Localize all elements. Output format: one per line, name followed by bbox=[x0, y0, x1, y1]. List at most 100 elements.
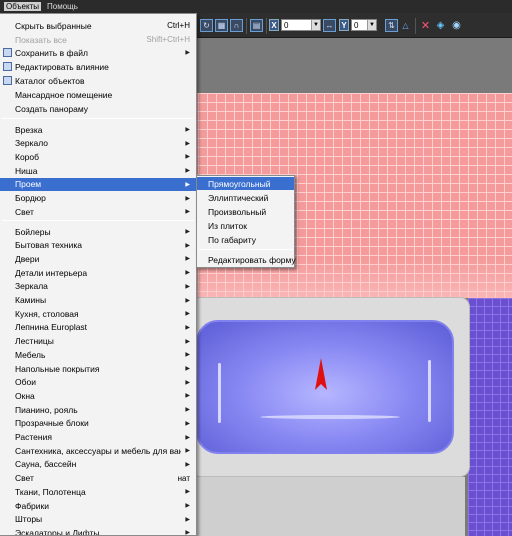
menu-item-label: Проем bbox=[15, 179, 42, 190]
basin-highlight bbox=[428, 360, 431, 422]
menu-item-label: Сантехника, аксессуары и мебель для ванн… bbox=[15, 445, 181, 456]
align-icon[interactable]: ⇅ bbox=[385, 19, 398, 32]
menu-item-label: Свет bbox=[15, 473, 34, 484]
delete-icon[interactable]: ✕ bbox=[419, 19, 432, 32]
magnet-icon[interactable]: ∩ bbox=[230, 19, 243, 32]
menu-item-label: Редактировать влияние bbox=[15, 61, 109, 72]
menu-item-catalog-category[interactable]: Сантехника, аксессуары и мебель для ванн… bbox=[0, 444, 196, 457]
menu-item-label: Скрыть выбранные bbox=[15, 20, 92, 31]
bathtub-front bbox=[195, 477, 465, 536]
menu-item-label: Двери bbox=[15, 253, 40, 264]
submenu-arrow-icon: ▶ bbox=[185, 338, 190, 345]
shortcut-label: нат bbox=[177, 473, 190, 483]
submenu-item[interactable]: Эллиптический bbox=[197, 191, 294, 204]
menu-item-catalog-category[interactable]: Бойлеры ▶ bbox=[0, 225, 196, 238]
menu-item-catalog-category[interactable]: Свет нат bbox=[0, 472, 196, 485]
save-icon bbox=[3, 48, 12, 57]
menu-item-panorama[interactable]: Создать панораму bbox=[0, 102, 196, 115]
snap-icon[interactable]: ◈ bbox=[434, 19, 447, 32]
menu-item-label: Создать панораму bbox=[15, 103, 89, 114]
menu-item-save-to-file[interactable]: Сохранить в файл ▶ bbox=[0, 46, 196, 59]
submenu-arrow-icon: ▶ bbox=[185, 256, 190, 263]
submenu-arrow-icon: ▶ bbox=[185, 229, 190, 235]
triangle-icon[interactable]: △ bbox=[399, 19, 412, 32]
menu-item-catalog-category[interactable]: Детали интерьера ▶ bbox=[0, 266, 196, 279]
menu-item-catalog[interactable]: Каталог объектов bbox=[0, 74, 196, 87]
grid-snap-icon[interactable]: ▦ bbox=[215, 19, 228, 32]
menu-item-catalog-category[interactable]: Обои ▶ bbox=[0, 376, 196, 389]
menu-help[interactable]: Помощь bbox=[45, 2, 80, 11]
menu-item-hide-selected[interactable]: Скрыть выбранные Ctrl+H bbox=[0, 19, 196, 32]
menu-item-label: Детали интерьера bbox=[15, 267, 88, 278]
menu-item-label: Зеркало bbox=[15, 138, 49, 149]
menu-item-label: Мебель bbox=[15, 349, 46, 360]
menu-item-group1[interactable]: Ниша ▶ bbox=[0, 164, 196, 177]
swap-icon[interactable]: ↔ bbox=[323, 19, 336, 32]
menu-item-attic[interactable]: Мансардное помещение bbox=[0, 88, 196, 101]
menu-item-catalog-category[interactable]: Растения ▶ bbox=[0, 431, 196, 444]
menu-item-catalog-category[interactable]: Окна ▶ bbox=[0, 389, 196, 402]
menu-item-catalog-category[interactable]: Лестницы ▶ bbox=[0, 335, 196, 348]
menu-item-catalog-category[interactable]: Напольные покрытия ▶ bbox=[0, 362, 196, 375]
menu-item-group1[interactable]: Врезка ▶ bbox=[0, 123, 196, 136]
menu-item-label: Кухня, столовая bbox=[15, 308, 79, 319]
menu-item-catalog-category[interactable]: Двери ▶ bbox=[0, 252, 196, 265]
menu-item-catalog-category[interactable]: Сауна, бассейн ▶ bbox=[0, 458, 196, 471]
x-label: X bbox=[269, 19, 279, 31]
menu-item-label: Бордюр bbox=[15, 193, 46, 203]
opening-submenu: Прямоугольный Эллиптический Произвольный Из… bbox=[196, 175, 296, 268]
rotate-icon[interactable]: ↻ bbox=[200, 19, 213, 32]
menu-item-label: Пианино, рояль bbox=[15, 404, 78, 415]
submenu-item[interactable]: По габариту bbox=[197, 233, 294, 246]
menu-separator bbox=[199, 249, 293, 250]
submenu-item[interactable]: Из плиток bbox=[197, 219, 294, 232]
submenu-item-edit-shape[interactable]: Редактировать форму bbox=[197, 253, 296, 266]
chevron-down-icon[interactable]: ▼ bbox=[367, 20, 376, 30]
menu-item-group1[interactable]: Проем ▶ bbox=[0, 177, 196, 191]
menu-item-catalog-category[interactable]: Мебель ▶ bbox=[0, 348, 196, 361]
menu-item-catalog-category[interactable]: Шторы ▶ bbox=[0, 513, 196, 526]
submenu-arrow-icon: ▶ bbox=[185, 181, 190, 188]
menu-item-catalog-category[interactable]: Фабрики ▶ bbox=[0, 499, 196, 512]
eye-icon[interactable]: ◉ bbox=[450, 19, 463, 32]
menu-item-catalog-category[interactable]: Пианино, рояль ▶ bbox=[0, 403, 196, 416]
menu-item-label: Окна bbox=[15, 390, 35, 401]
toolbar-separator bbox=[266, 18, 267, 34]
menu-item-catalog-category[interactable]: Зеркала ▶ bbox=[0, 280, 196, 293]
menu-objects[interactable]: Объекты bbox=[4, 2, 41, 11]
menu-item-catalog-category[interactable]: Лепнина Europlast ▶ bbox=[0, 321, 196, 334]
submenu-arrow-icon: ▶ bbox=[185, 270, 190, 277]
submenu-arrow-icon: ▶ bbox=[185, 461, 190, 468]
menu-item-catalog-category[interactable]: Камины ▶ bbox=[0, 294, 196, 307]
submenu-arrow-icon: ▶ bbox=[185, 297, 190, 304]
menu-item-catalog-category[interactable]: Бытовая техника ▶ bbox=[0, 239, 196, 252]
grid-icon[interactable]: ▤ bbox=[250, 19, 263, 32]
menu-item-catalog-category[interactable]: Прозрачные блоки ▶ bbox=[0, 417, 196, 430]
x-coordinate-select[interactable]: 0 ▼ bbox=[281, 19, 321, 31]
menu-item-edit-influence[interactable]: Редактировать влияние bbox=[0, 60, 196, 73]
menu-item-label: Ткани, Полотенца bbox=[15, 486, 86, 497]
menu-item-show-all: Показать все Shift+Ctrl+H bbox=[0, 33, 196, 46]
red-direction-arrow-icon[interactable] bbox=[314, 358, 328, 394]
submenu-arrow-icon: ▶ bbox=[185, 420, 190, 427]
menu-item-label: Бойлеры bbox=[15, 226, 51, 237]
menu-item-group1[interactable]: Зеркало ▶ bbox=[0, 137, 196, 150]
submenu-item[interactable]: Произвольный bbox=[197, 205, 294, 218]
submenu-item[interactable]: Прямоугольный bbox=[197, 177, 294, 190]
menu-item-group1[interactable]: Бордюр ▶ bbox=[0, 192, 196, 205]
menu-item-label: Сауна, бассейн bbox=[15, 459, 77, 470]
menu-item-label: Камины bbox=[15, 295, 47, 305]
submenu-arrow-icon: ▶ bbox=[185, 140, 190, 147]
menu-item-group1[interactable]: Короб ▶ bbox=[0, 150, 196, 163]
shortcut-label: Shift+Ctrl+H bbox=[146, 35, 190, 44]
menu-item-catalog-category[interactable]: Кухня, столовая ▶ bbox=[0, 307, 196, 320]
submenu-arrow-icon: ▶ bbox=[185, 503, 190, 509]
y-value: 0 bbox=[354, 20, 359, 30]
chevron-down-icon[interactable]: ▼ bbox=[311, 20, 320, 30]
y-coordinate-select[interactable]: 0 ▼ bbox=[351, 19, 377, 31]
menu-item-group1[interactable]: Свет ▶ bbox=[0, 205, 196, 218]
submenu-arrow-icon: ▶ bbox=[185, 127, 190, 133]
menu-item-catalog-category[interactable]: Эскалаторы и Лифты ▶ bbox=[0, 526, 196, 535]
menu-item-catalog-category[interactable]: Ткани, Полотенца ▶ bbox=[0, 485, 196, 498]
menu-item-label: Свет bbox=[15, 206, 34, 217]
